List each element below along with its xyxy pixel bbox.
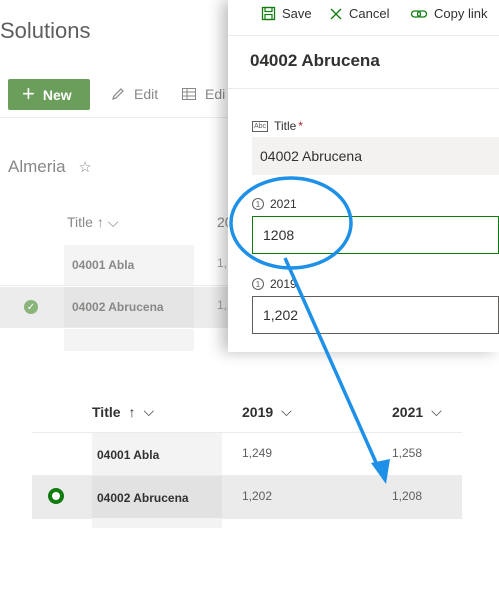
annotation-arrow-head [371,459,390,484]
highlight-ellipse [229,176,353,270]
annotation-arrow-line [283,257,380,468]
annotation-overlay [229,176,390,484]
